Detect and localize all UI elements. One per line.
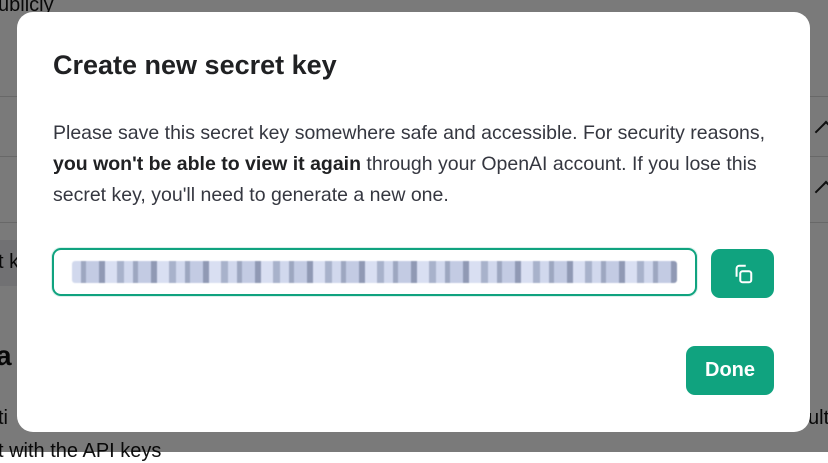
copy-icon <box>735 264 752 283</box>
masked-secret-key <box>72 261 677 283</box>
description-text: Please save this secret key somewhere sa… <box>53 122 766 144</box>
create-secret-key-dialog: Create new secret key Please save this s… <box>17 12 810 432</box>
copy-key-button[interactable] <box>711 249 774 298</box>
done-button[interactable]: Done <box>686 346 774 395</box>
secret-key-field[interactable] <box>52 248 697 296</box>
description-emphasis: you won't be able to view it again <box>53 153 362 175</box>
dialog-description: Please save this secret key somewhere sa… <box>53 118 773 211</box>
dialog-title: Create new secret key <box>53 50 337 80</box>
